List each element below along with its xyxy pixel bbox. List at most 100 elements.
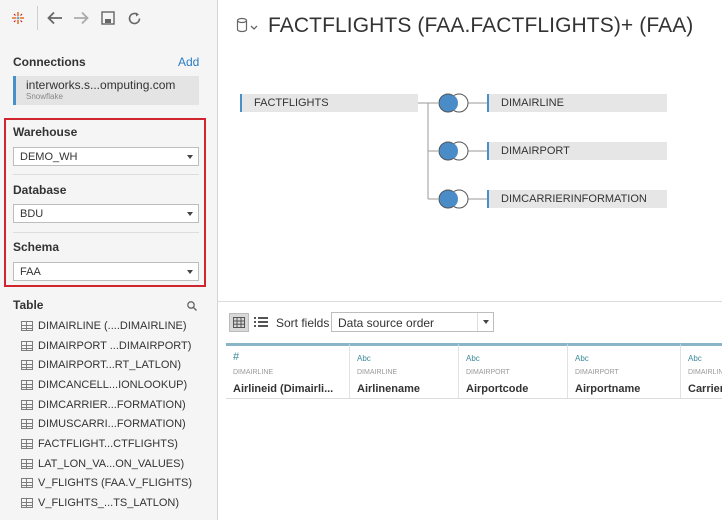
table-icon xyxy=(21,458,33,469)
table-icon xyxy=(21,498,33,509)
table-list-item[interactable]: DIMAIRPORT ...DIMAIRPORT) xyxy=(21,336,216,356)
column-header[interactable]: Abc DIMAIRLINE Airlinename xyxy=(350,343,459,398)
string-type-icon[interactable]: Abc xyxy=(575,354,589,363)
schema-select[interactable]: FAA xyxy=(13,262,199,281)
table-name: DIMAIRPORT ...DIMAIRPORT) xyxy=(38,339,192,352)
joined-table-label: DIMAIRLINE xyxy=(501,97,564,109)
chevron-down-icon xyxy=(187,212,193,216)
column-name: Airportname xyxy=(575,383,641,395)
save-icon[interactable] xyxy=(98,8,118,28)
table-name: DIMCANCELL...IONLOOKUP) xyxy=(38,378,188,391)
table-list-item[interactable]: DIMAIRPORT...RT_LATLON) xyxy=(21,355,216,375)
page-title[interactable]: FACTFLIGHTS (FAA.FACTFLIGHTS)+ (FAA) xyxy=(268,14,693,38)
table-icon xyxy=(21,340,33,351)
left-join-icon[interactable] xyxy=(438,189,469,209)
joined-table-label: DIMCARRIERINFORMATION xyxy=(501,193,647,205)
search-icon[interactable] xyxy=(186,299,198,311)
column-header[interactable]: Abc DIMAIRPORT Airportname xyxy=(568,343,681,398)
sort-fields-label: Sort fields xyxy=(276,316,330,330)
table-list-item[interactable]: DIMCARRIER...FORMATION) xyxy=(21,395,216,415)
table-icon xyxy=(21,320,33,331)
table-icon xyxy=(21,360,33,371)
toolbar-separator xyxy=(37,6,38,30)
column-header[interactable]: Abc DIMAIRLINE Carrier xyxy=(681,343,722,398)
column-header[interactable]: # DIMAIRLINE Airlineid (Dimairli... xyxy=(226,343,350,398)
column-name: Airlinename xyxy=(357,383,420,395)
table-icon xyxy=(21,399,33,410)
left-join-icon[interactable] xyxy=(438,141,469,161)
column-name: Airlineid (Dimairli... xyxy=(233,383,334,395)
join-diagram xyxy=(418,93,487,209)
connection-item[interactable]: interworks.s...omputing.com Snowflake xyxy=(13,76,199,105)
table-name: DIMAIRPORT...RT_LATLON) xyxy=(38,359,182,372)
divider xyxy=(226,398,722,399)
connection-type: Snowflake xyxy=(26,92,63,101)
add-connection-link[interactable]: Add xyxy=(178,55,199,69)
database-label: Database xyxy=(13,183,67,197)
column-header[interactable]: Abc DIMAIRPORT Airportcode xyxy=(459,343,568,398)
column-source-table: DIMAIRLINE xyxy=(688,369,722,376)
column-source-table: DIMAIRPORT xyxy=(575,369,619,376)
table-name: DIMAIRLINE (....DIMAIRLINE) xyxy=(38,319,187,332)
divider xyxy=(13,174,199,175)
data-source-sidebar: Connections Add interworks.s...omputing.… xyxy=(0,0,218,520)
joined-table-dimairport[interactable]: DIMAIRPORT xyxy=(487,142,667,160)
primary-table-box[interactable]: FACTFLIGHTS xyxy=(240,94,418,112)
chevron-down-icon xyxy=(187,155,193,159)
column-source-table: DIMAIRLINE xyxy=(357,369,398,376)
toolbar xyxy=(0,0,218,36)
table-list-item[interactable]: FACTFLIGHT...CTFLIGHTS) xyxy=(21,434,216,454)
table-name: LAT_LON_VA...ON_VALUES) xyxy=(38,457,185,470)
table-list-item[interactable]: DIMCANCELL...IONLOOKUP) xyxy=(21,375,216,395)
table-list-item[interactable]: DIMUSCARRI...FORMATION) xyxy=(21,414,216,434)
back-arrow-icon[interactable] xyxy=(45,8,65,28)
table-name: DIMUSCARRI...FORMATION) xyxy=(38,418,186,431)
table-icon xyxy=(21,419,33,430)
table-list: DIMAIRLINE (....DIMAIRLINE) DIMAIRPORT ..… xyxy=(21,316,216,513)
column-source-table: DIMAIRLINE xyxy=(233,369,274,376)
connections-label: Connections xyxy=(13,55,86,69)
left-join-icon[interactable] xyxy=(438,93,469,113)
primary-table-label: FACTFLIGHTS xyxy=(254,97,329,109)
table-list-item[interactable]: V_FLIGHTS (FAA.V_FLIGHTS) xyxy=(21,474,216,494)
table-icon xyxy=(21,379,33,390)
column-name: Carrier xyxy=(688,383,722,395)
joined-table-label: DIMAIRPORT xyxy=(501,145,570,157)
table-list-item[interactable]: LAT_LON_VA...ON_VALUES) xyxy=(21,454,216,474)
warehouse-value: DEMO_WH xyxy=(20,151,78,163)
database-select[interactable]: BDU xyxy=(13,204,199,223)
number-type-icon[interactable]: # xyxy=(233,351,239,363)
refresh-icon[interactable] xyxy=(124,8,144,28)
sort-fields-select[interactable]: Data source order xyxy=(331,312,494,332)
tableau-logo-icon[interactable] xyxy=(8,8,28,28)
table-name: V_FLIGHTS_...TS_LATLON) xyxy=(38,497,180,510)
string-type-icon[interactable]: Abc xyxy=(466,354,480,363)
sort-fields-value: Data source order xyxy=(338,316,435,330)
chevron-down-icon xyxy=(187,270,193,274)
joined-table-dimcarrierinformation[interactable]: DIMCARRIERINFORMATION xyxy=(487,190,667,208)
table-label: Table xyxy=(13,298,44,312)
database-value: BDU xyxy=(20,208,44,220)
table-icon xyxy=(21,478,33,489)
column-name: Airportcode xyxy=(466,383,529,395)
table-name: FACTFLIGHT...CTFLIGHTS) xyxy=(38,437,178,450)
list-view-icon[interactable] xyxy=(254,315,268,329)
chevron-down-icon xyxy=(477,313,493,331)
warehouse-label: Warehouse xyxy=(13,125,78,139)
schema-label: Schema xyxy=(13,240,60,254)
database-icon[interactable] xyxy=(236,17,258,35)
joined-table-dimairline[interactable]: DIMAIRLINE xyxy=(487,94,667,112)
divider xyxy=(13,232,199,233)
column-source-table: DIMAIRPORT xyxy=(466,369,510,376)
grid-view-icon[interactable] xyxy=(229,313,249,332)
table-list-item[interactable]: V_FLIGHTS_...TS_LATLON) xyxy=(21,493,216,513)
table-list-item[interactable]: DIMAIRLINE (....DIMAIRLINE) xyxy=(21,316,216,336)
string-type-icon[interactable]: Abc xyxy=(357,354,371,363)
schema-value: FAA xyxy=(20,266,41,278)
table-name: DIMCARRIER...FORMATION) xyxy=(38,398,186,411)
connection-name: interworks.s...omputing.com xyxy=(26,78,176,92)
string-type-icon[interactable]: Abc xyxy=(688,354,702,363)
forward-arrow-icon[interactable] xyxy=(71,8,91,28)
table-name: V_FLIGHTS (FAA.V_FLIGHTS) xyxy=(38,477,193,490)
warehouse-select[interactable]: DEMO_WH xyxy=(13,147,199,166)
